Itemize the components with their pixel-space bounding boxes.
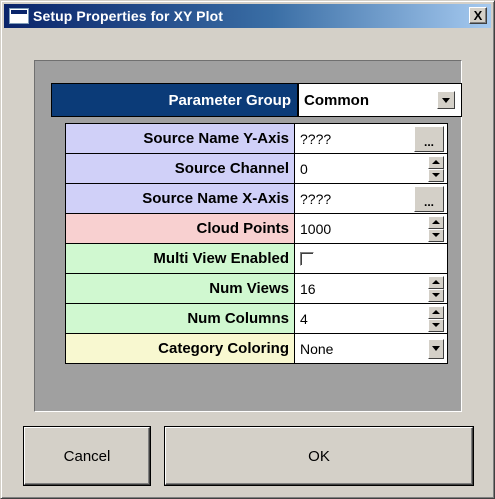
multi-view-enabled-field [295,244,448,273]
spin-up-icon[interactable] [428,215,444,229]
property-label: Source Name X-Axis [65,184,295,213]
parameter-group-dropdown[interactable]: Common [298,83,462,117]
source-name-x-axis-field[interactable]: ???? ... [295,184,448,213]
property-value: 16 [300,280,316,297]
spin-down-icon[interactable] [428,168,444,182]
property-label: Cloud Points [65,214,295,243]
cloud-points-field[interactable]: 1000 [295,214,448,243]
cancel-button[interactable]: Cancel [24,427,150,485]
property-label: Source Name Y-Axis [65,124,295,153]
window-title: Setup Properties for XY Plot [33,8,224,24]
ok-button[interactable]: OK [165,427,473,485]
chevron-down-icon[interactable] [437,91,455,109]
spinner[interactable] [428,215,444,242]
browse-button[interactable]: ... [414,185,444,212]
chevron-down-icon[interactable] [428,338,444,359]
property-row-source-name-x-axis: Source Name X-Axis ???? ... [65,184,448,214]
source-name-y-axis-field[interactable]: ???? ... [295,124,448,153]
spinner[interactable] [428,275,444,302]
window-icon [9,8,29,24]
spin-up-icon[interactable] [428,155,444,169]
spin-down-icon[interactable] [428,288,444,302]
spin-down-icon[interactable] [428,228,444,242]
properties-table: Source Name Y-Axis ???? ... Source Chann… [65,123,448,364]
spin-up-icon[interactable] [428,275,444,289]
title-bar[interactable]: Setup Properties for XY Plot X [4,4,491,28]
property-row-category-coloring: Category Coloring None [65,334,448,364]
parameter-group-label: Parameter Group [51,83,298,117]
num-columns-field[interactable]: 4 [295,304,448,333]
spin-up-icon[interactable] [428,305,444,319]
browse-button[interactable]: ... [414,125,444,152]
num-views-field[interactable]: 16 [295,274,448,303]
property-label: Multi View Enabled [65,244,295,273]
category-coloring-dropdown[interactable]: None [295,334,448,363]
property-value: None [300,340,334,357]
multi-view-checkbox[interactable] [300,251,314,266]
property-value: 1000 [300,220,332,237]
spin-down-icon[interactable] [428,318,444,332]
property-label: Num Views [65,274,295,303]
spinner[interactable] [428,305,444,332]
property-label: Category Coloring [65,334,295,363]
spinner[interactable] [428,155,444,182]
property-row-source-name-y-axis: Source Name Y-Axis ???? ... [65,124,448,154]
source-channel-field[interactable]: 0 [295,154,448,183]
property-label: Source Channel [65,154,295,183]
dialog-window: Setup Properties for XY Plot X Parameter… [0,0,495,499]
property-row-num-columns: Num Columns 4 [65,304,448,334]
property-value: ???? [300,130,332,147]
property-label: Num Columns [65,304,295,333]
property-value: 4 [300,310,308,327]
close-button[interactable]: X [469,7,487,24]
property-row-num-views: Num Views 16 [65,274,448,304]
property-row-multi-view-enabled: Multi View Enabled [65,244,448,274]
property-row-source-channel: Source Channel 0 [65,154,448,184]
property-row-cloud-points: Cloud Points 1000 [65,214,448,244]
property-value: ???? [300,190,332,207]
parameter-group-value: Common [304,91,369,109]
property-value: 0 [300,160,308,177]
